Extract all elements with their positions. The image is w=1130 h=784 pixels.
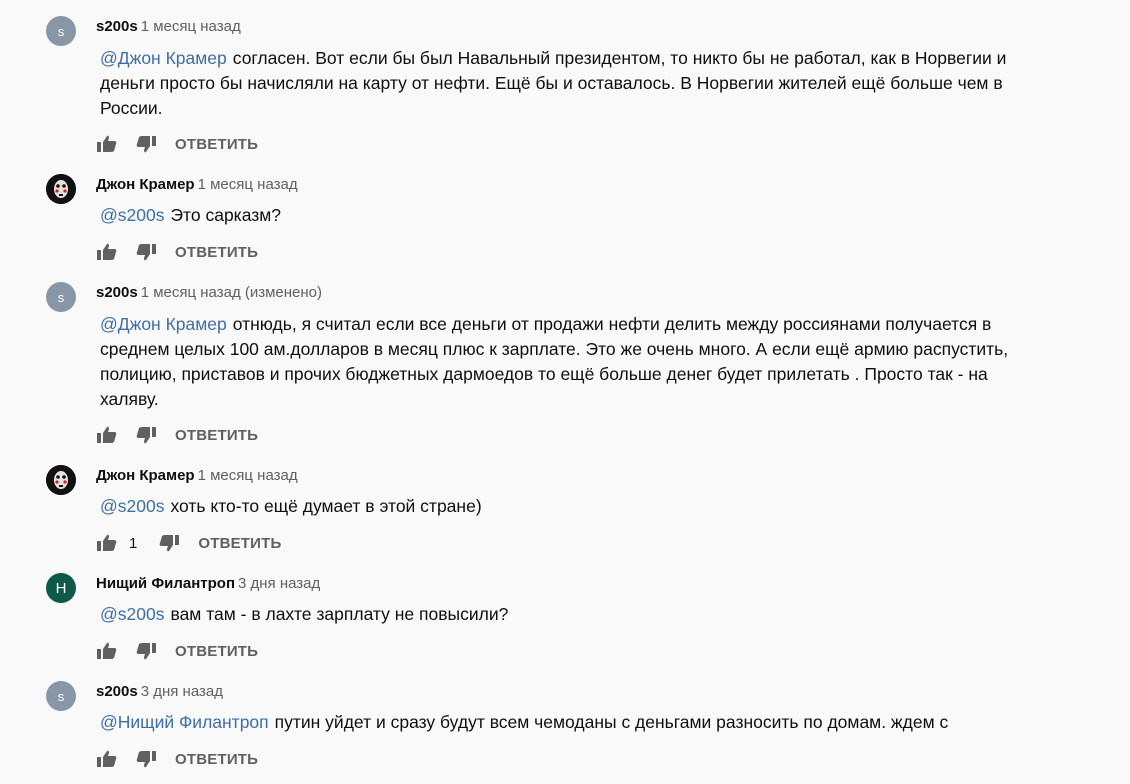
mention-link[interactable]: @Нищий Филантроп (100, 712, 269, 732)
reply-button[interactable]: ОТВЕТИТЬ (175, 136, 258, 153)
mention-link[interactable]: @s200s (100, 496, 164, 516)
comment-actions: ОТВЕТИТЬ (96, 241, 258, 263)
comment-actions: ОТВЕТИТЬ (96, 133, 258, 155)
comment-text: @Нищий Филантроп путин уйдет и сразу буду… (100, 710, 1040, 735)
dislike-icon[interactable] (135, 424, 157, 446)
like-icon[interactable] (96, 640, 118, 662)
comment-time[interactable]: 1 месяц назад (изменено) (141, 284, 322, 301)
avatar[interactable] (46, 174, 76, 204)
comment-header: s200s 1 месяц назад (изменено) (96, 284, 322, 301)
reply-button[interactable]: ОТВЕТИТЬ (175, 244, 258, 261)
comment-body: согласен. Вот если бы был Навальный през… (100, 48, 1007, 118)
dislike-icon[interactable] (135, 748, 157, 770)
comment-text: @s200s Это сарказм? (100, 203, 1040, 228)
comment-body: Это сарказм? (170, 205, 282, 225)
avatar[interactable]: Н (46, 573, 76, 603)
comment-actions: ОТВЕТИТЬ (96, 748, 258, 770)
comment-header: Нищий Филантроп 3 дня назад (96, 575, 320, 592)
author-name[interactable]: Джон Крамер (96, 467, 195, 484)
dislike-icon[interactable] (135, 640, 157, 662)
like-icon[interactable] (96, 532, 118, 554)
comment-time[interactable]: 3 дня назад (141, 683, 223, 700)
dislike-icon[interactable] (158, 532, 180, 554)
mention-link[interactable]: @s200s (100, 205, 164, 225)
comment-actions: ОТВЕТИТЬ (96, 640, 258, 662)
author-name[interactable]: Джон Крамер (96, 176, 195, 193)
avatar[interactable]: s (46, 16, 76, 46)
author-name[interactable]: Нищий Филантроп (96, 575, 235, 592)
author-name[interactable]: s200s (96, 683, 138, 700)
comment-header: s200s 3 дня назад (96, 683, 223, 700)
comment-body: хоть кто-то ещё думает в этой стране) (170, 496, 482, 516)
like-icon[interactable] (96, 241, 118, 263)
like-icon[interactable] (96, 424, 118, 446)
comment-time[interactable]: 1 месяц назад (198, 467, 298, 484)
comment-text: @s200s хоть кто-то ещё думает в этой стра… (100, 494, 1040, 519)
reply-button[interactable]: ОТВЕТИТЬ (175, 751, 258, 768)
avatar[interactable]: s (46, 282, 76, 312)
comment-body: отнюдь, я считал если все деньги от прод… (100, 314, 1009, 409)
comment-actions: 1 ОТВЕТИТЬ (96, 532, 282, 554)
avatar[interactable] (46, 465, 76, 495)
mention-link[interactable]: @Джон Крамер (100, 314, 227, 334)
author-name[interactable]: s200s (96, 18, 138, 35)
comment-body: путин уйдет и сразу будут всем чемоданы … (274, 712, 949, 732)
comment-time[interactable]: 1 месяц назад (198, 176, 298, 193)
author-name[interactable]: s200s (96, 284, 138, 301)
comment-text: @Джон Крамер согласен. Вот если бы был На… (100, 46, 1040, 121)
comment-time[interactable]: 1 месяц назад (141, 18, 241, 35)
comment-header: s200s 1 месяц назад (96, 18, 241, 35)
comment-actions: ОТВЕТИТЬ (96, 424, 258, 446)
comment-body: вам там - в лахте зарплату не повысили? (170, 604, 509, 624)
reply-button[interactable]: ОТВЕТИТЬ (175, 643, 258, 660)
comment-text: @s200s вам там - в лахте зарплату не повы… (100, 602, 1040, 627)
like-icon[interactable] (96, 133, 118, 155)
comment-text: @Джон Крамер отнюдь, я считал если все де… (100, 312, 1040, 412)
dislike-icon[interactable] (135, 133, 157, 155)
comment-header: Джон Крамер 1 месяц назад (96, 467, 298, 484)
reply-button[interactable]: ОТВЕТИТЬ (175, 427, 258, 444)
jigsaw-avatar-icon (46, 174, 76, 204)
avatar[interactable]: s (46, 681, 76, 711)
mention-link[interactable]: @s200s (100, 604, 164, 624)
reply-button[interactable]: ОТВЕТИТЬ (198, 535, 281, 552)
comment-header: Джон Крамер 1 месяц назад (96, 176, 298, 193)
comment-time[interactable]: 3 дня назад (238, 575, 320, 592)
like-icon[interactable] (96, 748, 118, 770)
like-count: 1 (129, 534, 138, 552)
jigsaw-avatar-icon (46, 465, 76, 495)
dislike-icon[interactable] (135, 241, 157, 263)
mention-link[interactable]: @Джон Крамер (100, 48, 227, 68)
